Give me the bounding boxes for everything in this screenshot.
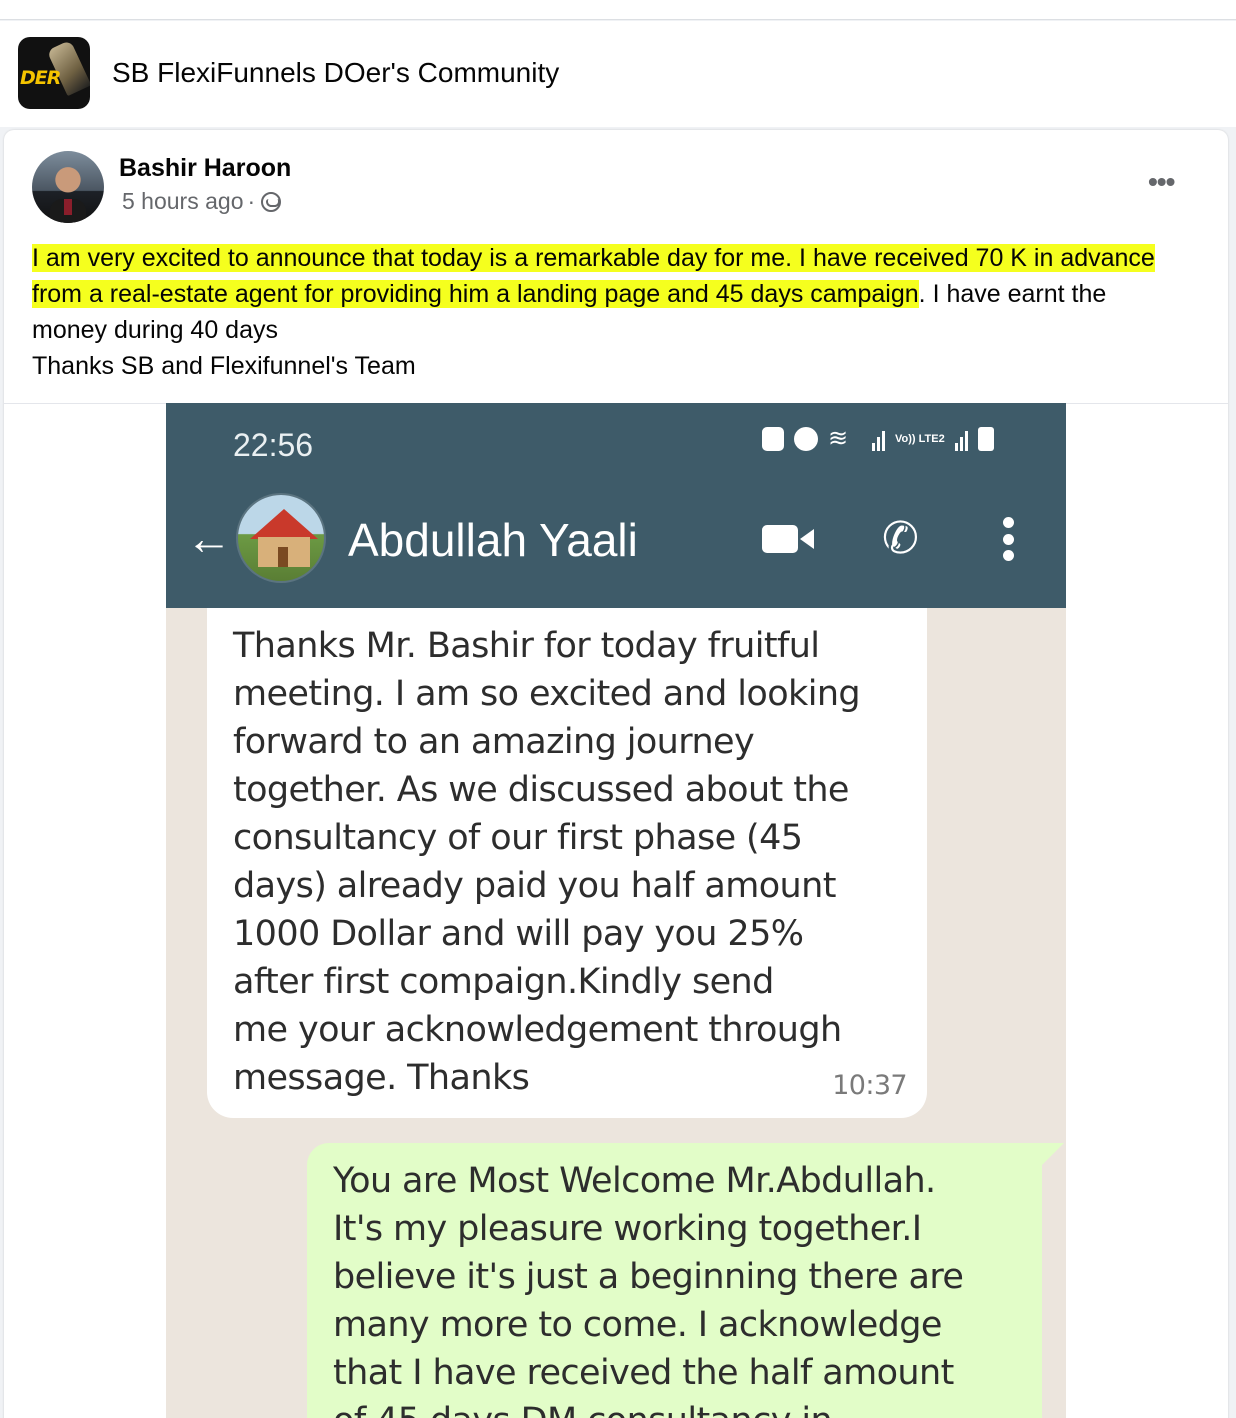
- contact-avatar[interactable]: [236, 493, 326, 583]
- phone-call-icon[interactable]: ✆: [882, 517, 919, 561]
- outgoing-message-text: You are Most Welcome Mr.Abdullah. It's m…: [333, 1161, 964, 1418]
- house-roof: [250, 509, 318, 539]
- post-card: Bashir Haroon 5 hours ago · ••• I am ver…: [4, 130, 1228, 1418]
- post-text: I am very excited to announce that today…: [32, 240, 1182, 384]
- status-time: 22:56: [233, 427, 314, 463]
- whatsapp-header: 22:56 ≋ Vo)) LTE2 ← Abdullah Yaali ✆: [166, 403, 1066, 608]
- group-header: DER SB FlexiFunnels DOer's Community: [0, 21, 1236, 127]
- message-time: 10:37: [832, 1070, 907, 1101]
- group-logo[interactable]: DER: [18, 37, 90, 109]
- post-timestamp[interactable]: 5 hours ago: [122, 188, 243, 215]
- house-door: [278, 547, 288, 567]
- kebab-menu-icon[interactable]: [1002, 517, 1014, 561]
- post-text-thanks: Thanks SB and Flexifunnel's Team: [32, 352, 416, 380]
- avatar-tie: [64, 199, 72, 215]
- top-bar: [0, 0, 1236, 20]
- outgoing-message: You are Most Welcome Mr.Abdullah. It's m…: [307, 1143, 1064, 1418]
- signal-icon-2: [954, 427, 968, 451]
- meta-separator: ·: [247, 188, 256, 214]
- contact-name[interactable]: Abdullah Yaali: [348, 513, 638, 567]
- author-name[interactable]: Bashir Haroon: [119, 154, 291, 183]
- incoming-message-text: Thanks Mr. Bashir for today fruitful mee…: [233, 626, 861, 1098]
- signal-icon: [872, 427, 885, 451]
- more-options-icon[interactable]: •••: [1148, 168, 1188, 196]
- author-avatar[interactable]: [32, 151, 104, 223]
- whatsapp-screenshot[interactable]: 22:56 ≋ Vo)) LTE2 ← Abdullah Yaali ✆ Tha…: [166, 403, 1066, 1418]
- logo-text: DER: [20, 67, 61, 89]
- back-arrow-icon[interactable]: ←: [186, 515, 232, 561]
- status-icons: ≋ Vo)) LTE2: [762, 427, 994, 451]
- notification-icon: [762, 427, 784, 451]
- wifi-icon: ≋: [828, 425, 849, 452]
- group-title[interactable]: SB FlexiFunnels DOer's Community: [112, 57, 559, 89]
- post-meta: 5 hours ago ·: [122, 188, 282, 215]
- lte-icon: Vo)) LTE2: [895, 432, 945, 445]
- incoming-message: Thanks Mr. Bashir for today fruitful mee…: [207, 608, 927, 1118]
- public-globe-icon[interactable]: [261, 191, 282, 212]
- alarm-icon: [794, 427, 818, 451]
- battery-icon: [977, 427, 994, 451]
- video-call-icon[interactable]: [762, 525, 814, 553]
